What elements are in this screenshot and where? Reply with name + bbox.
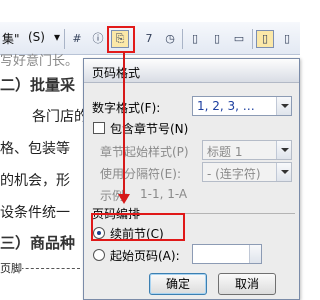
number-format-value: 1, 2, 3, … — [197, 99, 255, 113]
insert-time-icon[interactable]: ◷ — [161, 30, 179, 48]
example-value: 1-1, 1-A — [140, 187, 188, 201]
toolbar-separator — [64, 29, 65, 49]
switch-header-footer-icon[interactable]: ▯ — [256, 30, 274, 48]
show-previous-icon[interactable]: ▯ — [278, 30, 296, 48]
document-heading: 二）批量采 — [0, 76, 76, 94]
insert-autotext-menu[interactable]: (S) — [28, 30, 45, 44]
document-line: 各门店的 — [32, 109, 88, 125]
top-strip — [0, 0, 300, 22]
start-at-radio[interactable] — [93, 249, 105, 261]
toolbar-separator — [182, 29, 183, 49]
arrow-line — [123, 52, 125, 202]
chapter-start-style-value: 标题 1 — [207, 145, 243, 159]
chevron-down-icon[interactable] — [276, 141, 291, 159]
chevron-down-icon[interactable] — [276, 163, 291, 181]
chapter-start-style-select[interactable]: 标题 1 — [202, 140, 292, 160]
page-number-format-dialog: 页码格式 数字格式(F): 1, 2, 3, … 包含章节号(N) 章节起始样式… — [83, 58, 300, 300]
document-line: 的机会，形 — [0, 173, 70, 189]
dialog-titlebar[interactable]: 页码格式 — [84, 59, 299, 83]
continue-highlight-box — [91, 213, 185, 241]
toolbar-style-fragment: 集" — [2, 32, 20, 46]
arrow-head — [118, 194, 130, 204]
number-format-select[interactable]: 1, 2, 3, … — [192, 96, 292, 116]
document-line: 设条件统一 — [0, 205, 70, 221]
separator-value: - (连字符) — [207, 167, 261, 181]
spin-button-icon[interactable] — [249, 245, 261, 263]
start-at-input[interactable] — [192, 244, 262, 264]
dialog-title: 页码格式 — [92, 66, 141, 80]
footer-label: 页脚 — [0, 260, 22, 276]
cancel-button[interactable]: 取消 — [218, 273, 276, 295]
toolbar-highlight-box — [107, 26, 135, 53]
document-heading: 三）商品种 — [0, 234, 76, 252]
insert-date-icon[interactable]: 7 — [140, 30, 158, 48]
document-line: 写好意门长。 — [0, 54, 79, 69]
start-at-label: 起始页码(A): — [110, 249, 180, 263]
chevron-down-icon[interactable] — [276, 97, 291, 115]
insert-page-number-icon[interactable]: # — [68, 30, 86, 48]
same-as-previous-icon[interactable]: ▭ — [230, 30, 248, 48]
ok-button[interactable]: 确定 — [149, 273, 207, 295]
page-setup-icon[interactable]: ▯ — [186, 30, 204, 48]
include-chapter-label: 包含章节号(N) — [110, 122, 189, 136]
show-document-text-icon[interactable]: ▯ — [208, 30, 226, 48]
insert-page-count-icon[interactable]: ⓘ — [89, 30, 107, 48]
separator-select[interactable]: - (连字符) — [202, 162, 292, 182]
chapter-start-style-label: 章节起始样式(P) — [100, 145, 189, 159]
number-format-label: 数字格式(F): — [92, 101, 161, 115]
chevron-down-icon[interactable]: ▾ — [54, 30, 60, 44]
separator-label: 使用分隔符(E): — [100, 167, 181, 181]
document-line: 格、包装等 — [0, 141, 70, 157]
include-chapter-checkbox[interactable] — [93, 122, 105, 134]
toolbar-separator — [252, 29, 253, 49]
